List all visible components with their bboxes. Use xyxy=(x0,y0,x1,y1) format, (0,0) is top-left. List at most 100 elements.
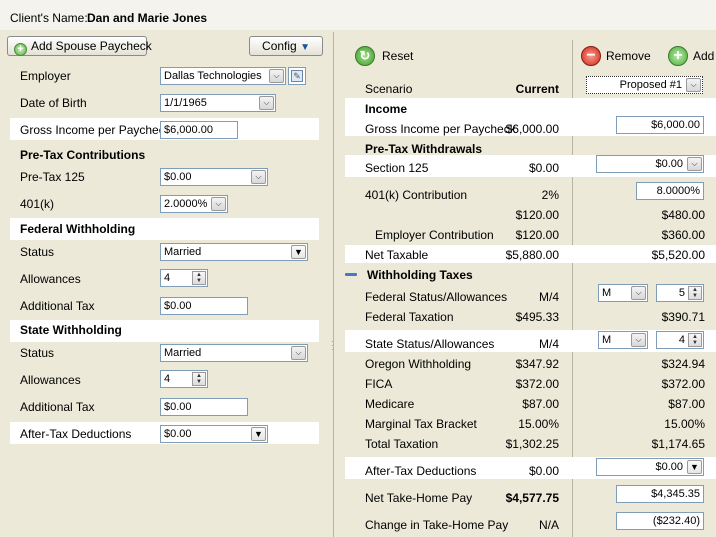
chevron-down-icon: ⌵ xyxy=(211,197,226,211)
edit-employer-button[interactable]: ✎ xyxy=(288,67,306,85)
state-status-proposed-select[interactable]: M ⌵ xyxy=(598,331,648,349)
fica-proposed: $372.00 xyxy=(661,377,705,391)
chevron-down-icon: ⌵ xyxy=(251,170,266,184)
collapse-icon[interactable] xyxy=(345,273,357,276)
scenario-select[interactable]: Proposed #1 ⌵ xyxy=(586,76,703,94)
dropdown-arrow-icon: ▼ xyxy=(300,42,310,53)
state-additional-tax-input[interactable]: $0.00 xyxy=(160,398,248,416)
pretax125-select[interactable]: $0.00 ⌵ xyxy=(160,168,268,186)
minus-icon: − xyxy=(581,46,601,66)
change-take-home-current: N/A xyxy=(538,518,559,532)
plus-icon: + xyxy=(14,43,27,56)
aftertax-deductions-current: $0.00 xyxy=(528,464,559,478)
fed-allowances-stepper[interactable]: 4 ▲ ▼ xyxy=(160,269,208,287)
aftertax-deductions-label: After-Tax Deductions xyxy=(20,427,132,441)
fica-label: FICA xyxy=(365,377,393,391)
federal-taxation-current: $495.33 xyxy=(515,310,559,324)
spin-arrows-icon[interactable]: ▲ ▼ xyxy=(688,333,702,347)
client-name-label: Client's Name: xyxy=(10,11,88,25)
fed-additional-tax-input[interactable]: $0.00 xyxy=(160,297,248,315)
state-status-allowances-current: M/4 xyxy=(538,337,559,351)
refresh-icon: ↻ xyxy=(355,46,375,66)
section125-proposed-select[interactable]: $0.00 ⌵ xyxy=(596,155,704,173)
net-taxable-label: Net Taxable xyxy=(365,248,429,262)
state-status-select[interactable]: Married ⌵ xyxy=(160,344,308,362)
reset-button[interactable]: ↻ Reset xyxy=(355,46,413,66)
gross-income-input[interactable]: $6,000.00 xyxy=(160,121,238,139)
chevron-down-icon: ⌵ xyxy=(291,346,306,360)
gross-income-label: Gross Income per Paycheck xyxy=(365,122,516,136)
pretax-contributions-header: Pre-Tax Contributions xyxy=(20,148,146,162)
spin-arrows-icon[interactable]: ▲ ▼ xyxy=(688,286,702,300)
gross-income-label: Gross Income per Paycheck xyxy=(20,123,171,137)
dropdown-arrow-icon: ▼ xyxy=(291,245,306,259)
current-label: Current xyxy=(515,82,559,96)
panel-splitter[interactable] xyxy=(333,32,334,537)
state-status-label: Status xyxy=(20,346,55,360)
fed-additional-tax-label: Additional Tax xyxy=(20,299,95,313)
scenario-label: Scenario xyxy=(365,82,413,96)
state-allowances-proposed-stepper[interactable]: 4 ▲ ▼ xyxy=(656,331,704,349)
change-take-home-label: Change in Take-Home Pay xyxy=(365,518,509,532)
fed-status-select[interactable]: Married ▼ xyxy=(160,243,308,261)
pretax125-label: Pre-Tax 125 xyxy=(20,170,85,184)
splitter-grip-icon: · · · xyxy=(331,337,334,354)
add-scenario-button[interactable]: + Add xyxy=(668,46,714,66)
fed-status-allowances-label: Federal Status/Allowances xyxy=(365,290,508,304)
gross-income-current: $6,000.00 xyxy=(505,122,559,136)
chevron-down-icon: ⌵ xyxy=(259,96,274,110)
gross-income-proposed-input[interactable]: $6,000.00 xyxy=(616,116,704,134)
fed-allowances-proposed-stepper[interactable]: 5 ▲ ▼ xyxy=(656,284,704,302)
marginal-bracket-label: Marginal Tax Bracket xyxy=(365,417,477,431)
fed-status-allowances-current: M/4 xyxy=(538,290,559,304)
chevron-down-icon: ⌵ xyxy=(269,69,284,83)
oregon-withholding-label: Oregon Withholding xyxy=(365,357,472,371)
federal-withholding-header: Federal Withholding xyxy=(20,222,136,236)
401k-current: 2% xyxy=(541,188,559,202)
net-take-home-current: $4,577.75 xyxy=(505,491,559,505)
fed-status-label: Status xyxy=(20,245,55,259)
remove-scenario-button[interactable]: − Remove xyxy=(581,46,651,66)
aftertax-deductions-label: After-Tax Deductions xyxy=(365,464,477,478)
federal-taxation-proposed: $390.71 xyxy=(661,310,705,324)
change-take-home-proposed: ($232.40) xyxy=(616,512,704,530)
total-taxation-current: $1,302.25 xyxy=(505,437,559,451)
aftertax-deductions-select[interactable]: $0.00 ▼ xyxy=(160,425,268,443)
medicare-current: $87.00 xyxy=(522,397,559,411)
state-additional-tax-label: Additional Tax xyxy=(20,400,95,414)
net-taxable-proposed: $5,520.00 xyxy=(651,248,705,262)
edit-note-icon: ✎ xyxy=(291,70,303,82)
401k-label: 401(k) xyxy=(20,197,55,211)
employer-label: Employer xyxy=(20,69,71,83)
401k-contribution-label: 401(k) Contribution xyxy=(365,188,468,202)
aftertax-deductions-proposed-select[interactable]: $0.00 ▼ xyxy=(596,458,704,476)
dropdown-arrow-icon: ▼ xyxy=(687,460,702,474)
fed-status-proposed-select[interactable]: M ⌵ xyxy=(598,284,648,302)
state-allowances-stepper[interactable]: 4 ▲ ▼ xyxy=(160,370,208,388)
dob-select[interactable]: 1/1/1965 ⌵ xyxy=(160,94,276,112)
federal-taxation-label: Federal Taxation xyxy=(365,310,454,324)
employer-contribution-current: $120.00 xyxy=(515,228,559,242)
401k-proposed-input[interactable]: 8.0000% xyxy=(636,182,704,200)
total-taxation-proposed: $1,174.65 xyxy=(651,437,705,451)
401k-amount-proposed: $480.00 xyxy=(661,208,705,222)
section125-current: $0.00 xyxy=(528,161,559,175)
config-button[interactable]: Config ▼ xyxy=(249,36,323,56)
chevron-down-icon: ⌵ xyxy=(686,78,701,92)
net-taxable-current: $5,880.00 xyxy=(505,248,559,262)
spin-arrows-icon[interactable]: ▲ ▼ xyxy=(192,372,206,386)
employer-contribution-label: Employer Contribution xyxy=(375,228,494,242)
chevron-down-icon: ⌵ xyxy=(631,333,646,347)
add-spouse-paycheck-button[interactable]: + Add Spouse Paycheck xyxy=(7,36,152,56)
medicare-label: Medicare xyxy=(365,397,415,411)
employer-select[interactable]: Dallas Technologies ⌵ xyxy=(160,67,286,85)
net-take-home-label: Net Take-Home Pay xyxy=(365,491,473,505)
dob-label: Date of Birth xyxy=(20,96,87,110)
employer-contribution-proposed: $360.00 xyxy=(661,228,705,242)
withholding-taxes-header: Withholding Taxes xyxy=(367,268,473,282)
medicare-proposed: $87.00 xyxy=(668,397,705,411)
income-header: Income xyxy=(365,102,408,116)
401k-select[interactable]: 2.0000% ⌵ xyxy=(160,195,228,213)
spin-arrows-icon[interactable]: ▲ ▼ xyxy=(192,271,206,285)
net-take-home-proposed: $4,345.35 xyxy=(616,485,704,503)
